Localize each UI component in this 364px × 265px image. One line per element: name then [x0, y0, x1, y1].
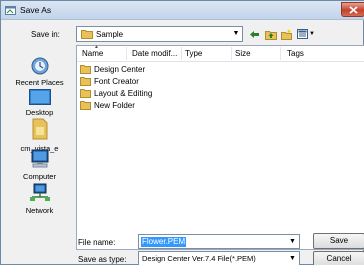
save-button[interactable]: Save	[313, 233, 364, 249]
close-icon	[349, 6, 358, 14]
title-bar: Save As	[1, 1, 364, 20]
back-arrow-icon	[250, 30, 259, 38]
new-folder-icon	[280, 28, 292, 40]
save-as-type-label: Save as type:	[78, 255, 127, 264]
list-item[interactable]: Design Center	[80, 63, 145, 75]
column-headers: Name ▲ Date modif... Type Size Tags	[77, 44, 364, 62]
place-computer[interactable]: Computer	[6, 149, 73, 181]
place-label: Computer	[23, 172, 56, 181]
folder-icon	[80, 100, 91, 110]
place-network[interactable]: Network	[6, 183, 73, 215]
new-folder-button[interactable]	[280, 27, 293, 41]
recent-places-icon	[31, 57, 48, 75]
up-folder-button[interactable]	[264, 27, 277, 41]
list-item[interactable]: Font Creator	[80, 75, 139, 87]
views-icon	[297, 29, 309, 39]
network-icon	[29, 183, 50, 201]
save-in-value: Sample	[96, 30, 124, 39]
folder-icon	[80, 64, 91, 74]
file-name-value: Flower.PEM	[141, 237, 187, 247]
places-bar: Recent Places Desktop cm_vista_e Compute…	[6, 45, 73, 258]
column-header-size[interactable]: Size	[235, 49, 251, 58]
column-header-name[interactable]: Name	[82, 49, 103, 58]
cancel-button[interactable]: Cancel	[313, 251, 364, 265]
chevron-down-icon: ▼	[289, 255, 296, 262]
save-as-type-value: Design Center Ver.7.4 File(*.PEM)	[142, 254, 256, 263]
chevron-down-icon: ▼	[309, 31, 315, 37]
list-item[interactable]: Layout & Editing	[80, 87, 152, 99]
sort-ascending-icon: ▲	[94, 44, 99, 50]
save-as-type-dropdown[interactable]: Design Center Ver.7.4 File(*.PEM) ▼	[138, 251, 300, 265]
save-as-dialog: Save As Save in: Sample ▼ ▼ Recent Place…	[0, 0, 364, 265]
save-in-label: Save in:	[31, 30, 60, 39]
close-button[interactable]	[341, 2, 364, 17]
save-in-dropdown[interactable]: Sample ▼	[76, 26, 243, 42]
folder-icon	[80, 76, 91, 86]
file-name-field[interactable]: Flower.PEM ▼	[138, 234, 300, 249]
file-list[interactable]: Name ▲ Date modif... Type Size Tags Desi…	[76, 44, 364, 250]
place-label: Desktop	[25, 108, 54, 117]
views-menu-button[interactable]: ▼	[295, 27, 317, 41]
place-cm-vista-e[interactable]: cm_vista_e	[6, 117, 73, 153]
column-header-date[interactable]: Date modif...	[132, 49, 177, 58]
list-item-label: Layout & Editing	[94, 88, 153, 98]
list-item-label: Design Center	[94, 64, 146, 74]
back-button[interactable]	[248, 27, 261, 41]
computer-icon	[31, 149, 48, 168]
file-name-label: File name:	[78, 238, 116, 247]
folder-icon	[80, 88, 91, 98]
up-folder-icon	[264, 30, 277, 40]
column-header-type[interactable]: Type	[185, 49, 202, 58]
desktop-icon	[28, 89, 51, 105]
chevron-down-icon[interactable]: ▼	[286, 235, 299, 248]
dialog-title: Save As	[20, 5, 52, 15]
place-recent-places[interactable]: Recent Places	[6, 57, 73, 87]
column-header-tags[interactable]: Tags	[287, 49, 304, 58]
chevron-down-icon: ▼	[232, 30, 240, 37]
place-label: Recent Places	[15, 78, 64, 87]
list-item[interactable]: New Folder	[80, 99, 135, 111]
user-folder-icon	[32, 118, 47, 140]
list-item-label: Font Creator	[94, 76, 139, 86]
dialog-icon	[5, 6, 16, 15]
folder-icon	[81, 30, 93, 39]
list-item-label: New Folder	[94, 100, 135, 110]
place-desktop[interactable]: Desktop	[6, 89, 73, 117]
place-label: Network	[25, 206, 54, 215]
